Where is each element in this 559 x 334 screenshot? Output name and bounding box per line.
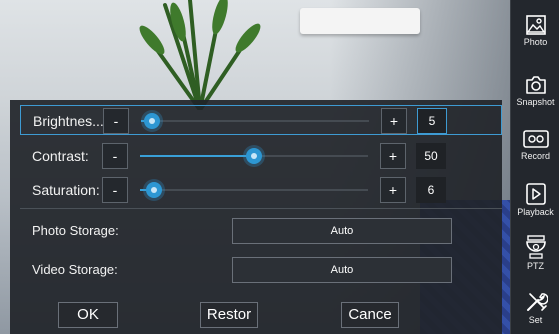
sidebar-item-set[interactable]: Set	[511, 290, 559, 325]
contrast-plus-button[interactable]: +	[380, 143, 406, 169]
contrast-slider[interactable]	[140, 148, 368, 164]
image-settings-panel: Brightnes... - + 5 Contrast: - + 50 Satu…	[10, 100, 502, 334]
contrast-minus-button[interactable]: -	[102, 143, 128, 169]
contrast-row: Contrast: - + 50	[20, 141, 502, 171]
brightness-slider-thumb[interactable]	[144, 113, 161, 129]
sidebar-label-playback: Playback	[517, 207, 554, 217]
sidebar-item-record[interactable]: Record	[511, 128, 559, 161]
brightness-plus-button[interactable]: +	[381, 108, 407, 134]
sidebar-label-ptz: PTZ	[527, 261, 544, 271]
saturation-minus-button[interactable]: -	[102, 177, 128, 203]
saturation-value: 6	[416, 177, 446, 203]
right-toolbar: Photo Snapshot Record Playback PTZ Set	[510, 0, 559, 334]
ptz-camera-icon	[525, 235, 546, 259]
brightness-row: Brightnes... - + 5	[20, 105, 502, 135]
sidebar-label-record: Record	[520, 151, 550, 161]
brightness-minus-button[interactable]: -	[103, 108, 129, 134]
cancel-button[interactable]: Cance	[341, 302, 399, 328]
contrast-label: Contrast:	[32, 148, 89, 164]
sidebar-label-photo: Photo	[523, 37, 548, 47]
brightness-label: Brightnes...	[33, 113, 104, 129]
camera-icon	[525, 76, 546, 94]
saturation-plus-button[interactable]: +	[380, 177, 406, 203]
video-storage-label: Video Storage:	[32, 262, 118, 277]
sidebar-label-set: Set	[528, 315, 543, 325]
video-storage-select[interactable]: Auto	[232, 257, 452, 283]
record-icon	[522, 130, 549, 148]
ok-button[interactable]: OK	[58, 302, 118, 328]
plant-image	[139, 0, 261, 110]
saturation-slider[interactable]	[140, 182, 368, 198]
tools-icon	[526, 293, 548, 311]
photo-icon	[525, 15, 546, 35]
contrast-slider-thumb[interactable]	[246, 148, 262, 164]
saturation-slider-thumb[interactable]	[145, 182, 162, 198]
sidebar-item-snapshot[interactable]: Snapshot	[511, 74, 559, 107]
photo-storage-select[interactable]: Auto	[232, 218, 452, 244]
saturation-row: Saturation: - + 6	[20, 175, 502, 205]
restore-button[interactable]: Restor	[200, 302, 258, 328]
contrast-value: 50	[416, 143, 446, 169]
brightness-value: 5	[417, 108, 447, 134]
saturation-label: Saturation:	[32, 182, 100, 198]
photo-storage-label: Photo Storage:	[32, 223, 119, 238]
sidebar-item-playback[interactable]: Playback	[511, 182, 559, 217]
brightness-slider[interactable]	[141, 113, 369, 129]
sidebar-item-ptz[interactable]: PTZ	[511, 234, 559, 271]
play-icon	[525, 183, 546, 205]
air-conditioner-unit	[300, 8, 420, 34]
sidebar-label-snapshot: Snapshot	[516, 97, 555, 107]
sidebar-item-photo[interactable]: Photo	[511, 14, 559, 47]
contrast-slider-fill	[140, 155, 254, 157]
section-divider	[20, 208, 502, 209]
